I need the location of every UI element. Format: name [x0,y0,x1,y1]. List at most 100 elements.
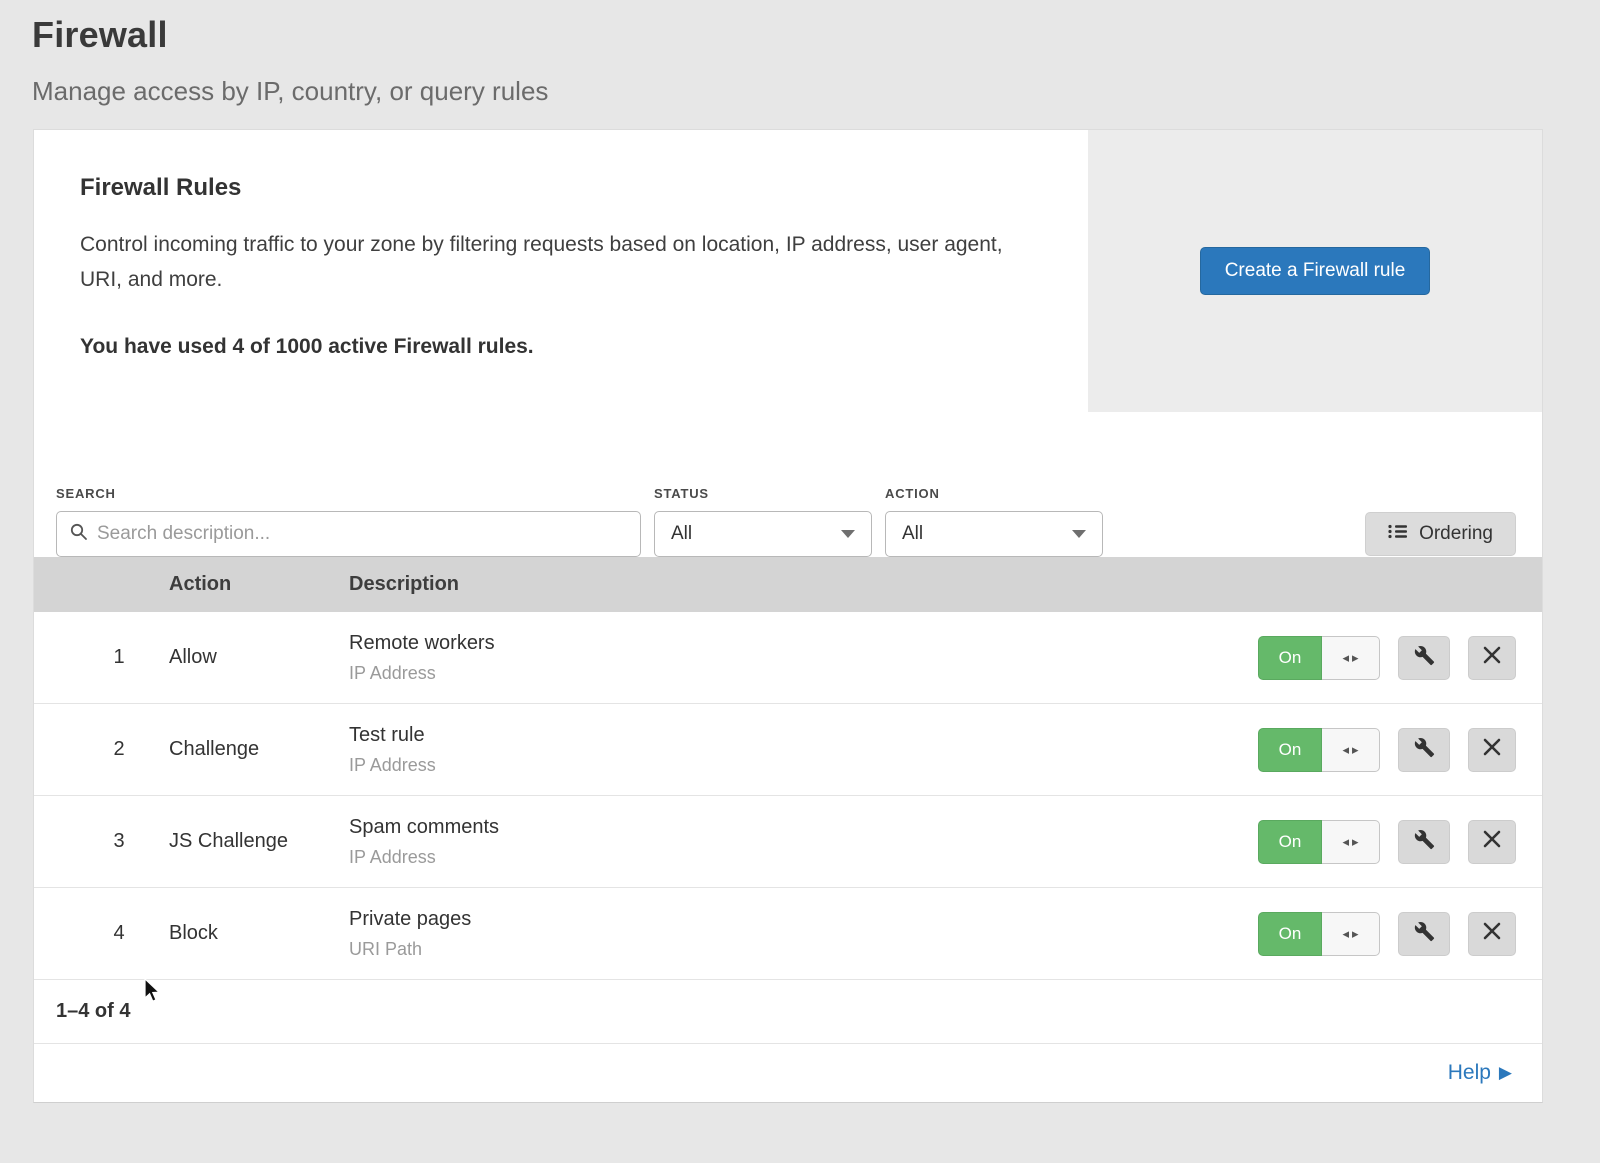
pagination-text: 1–4 of 4 [56,1000,130,1023]
arrow-right-icon: ▸ [1352,834,1359,850]
table-row: 1 Allow Remote workers IP Address On ◂▸ [34,612,1542,704]
help-row: Help ▶ [34,1044,1542,1102]
rule-enabled-toggle[interactable]: On ◂▸ [1258,820,1380,864]
action-select[interactable]: All [885,511,1103,557]
ordering-list-icon [1388,523,1407,545]
wrench-icon [1414,921,1435,947]
intro-action-panel: Create a Firewall rule [1088,130,1542,412]
column-header-action: Action [169,573,329,596]
ordering-button[interactable]: Ordering [1365,512,1516,556]
rule-controls: On ◂▸ [1258,912,1516,956]
search-input[interactable] [97,523,628,545]
rule-controls: On ◂▸ [1258,728,1516,772]
rule-description: Spam comments [349,816,1238,839]
pagination-row: 1–4 of 4 [34,980,1542,1044]
rule-controls: On ◂▸ [1258,820,1516,864]
arrow-right-icon: ▸ [1352,650,1359,666]
arrow-left-icon: ◂ [1342,650,1349,666]
arrow-right-icon: ▸ [1352,742,1359,758]
toggle-on-label[interactable]: On [1258,728,1322,772]
rule-description: Private pages [349,908,1238,931]
firewall-rules-card: Firewall Rules Control incoming traffic … [33,129,1543,1103]
arrow-left-icon: ◂ [1342,926,1349,942]
table-header: Action Description [34,557,1542,612]
chevron-down-icon [841,530,855,538]
intro-usage-count: You have used 4 of 1000 active Firewall … [80,335,1042,359]
search-box [56,511,641,557]
status-filter-group: STATUS All [654,486,872,557]
wrench-icon [1414,829,1435,855]
close-icon [1483,830,1501,853]
rule-field-type: IP Address [349,847,1238,868]
close-icon [1483,922,1501,945]
intro-description: Control incoming traffic to your zone by… [80,228,1040,297]
toggle-drag-handle[interactable]: ◂▸ [1322,728,1380,772]
rule-field-type: URI Path [349,939,1238,960]
rule-enabled-toggle[interactable]: On ◂▸ [1258,912,1380,956]
action-label: ACTION [885,486,1103,501]
filters-bar: SEARCH STATUS All ACTION All [34,412,1542,557]
toggle-drag-handle[interactable]: ◂▸ [1322,912,1380,956]
toggle-drag-handle[interactable]: ◂▸ [1322,820,1380,864]
table-row: 3 JS Challenge Spam comments IP Address … [34,796,1542,888]
status-select-value: All [671,523,692,545]
status-select[interactable]: All [654,511,872,557]
edit-rule-button[interactable] [1398,912,1450,956]
close-icon [1483,738,1501,761]
delete-rule-button[interactable] [1468,912,1516,956]
intro-heading: Firewall Rules [80,174,1042,202]
search-filter-group: SEARCH [56,486,641,557]
help-link[interactable]: Help ▶ [1448,1061,1512,1085]
toggle-on-label[interactable]: On [1258,820,1322,864]
edit-rule-button[interactable] [1398,820,1450,864]
rule-description-cell: Test rule IP Address [349,724,1238,776]
rule-field-type: IP Address [349,755,1238,776]
rule-number: 3 [89,830,149,853]
intro-section: Firewall Rules Control incoming traffic … [34,130,1542,412]
status-label: STATUS [654,486,872,501]
page-title: Firewall [32,14,1568,56]
edit-rule-button[interactable] [1398,728,1450,772]
rule-description: Remote workers [349,632,1238,655]
rule-action: JS Challenge [169,830,329,853]
page-subtitle: Manage access by IP, country, or query r… [32,76,1568,107]
action-select-value: All [902,523,923,545]
close-icon [1483,646,1501,669]
search-label: SEARCH [56,486,641,501]
arrow-left-icon: ◂ [1342,742,1349,758]
rule-description-cell: Private pages URI Path [349,908,1238,960]
table-row: 4 Block Private pages URI Path On ◂▸ [34,888,1542,980]
ordering-button-label: Ordering [1419,523,1493,545]
intro-text-block: Firewall Rules Control incoming traffic … [34,130,1088,412]
toggle-on-label[interactable]: On [1258,912,1322,956]
page-header: Firewall Manage access by IP, country, o… [0,0,1600,107]
arrow-right-icon: ▶ [1499,1063,1512,1083]
rule-description-cell: Spam comments IP Address [349,816,1238,868]
rule-description: Test rule [349,724,1238,747]
help-link-label: Help [1448,1061,1491,1085]
action-filter-group: ACTION All [885,486,1103,557]
rule-field-type: IP Address [349,663,1238,684]
rule-enabled-toggle[interactable]: On ◂▸ [1258,728,1380,772]
table-row: 2 Challenge Test rule IP Address On ◂▸ [34,704,1542,796]
arrow-right-icon: ▸ [1352,926,1359,942]
rule-action: Allow [169,646,329,669]
rule-number: 4 [89,922,149,945]
delete-rule-button[interactable] [1468,728,1516,772]
toggle-drag-handle[interactable]: ◂▸ [1322,636,1380,680]
delete-rule-button[interactable] [1468,820,1516,864]
wrench-icon [1414,737,1435,763]
rule-controls: On ◂▸ [1258,636,1516,680]
toggle-on-label[interactable]: On [1258,636,1322,680]
arrow-left-icon: ◂ [1342,834,1349,850]
edit-rule-button[interactable] [1398,636,1450,680]
wrench-icon [1414,645,1435,671]
rule-number: 2 [89,738,149,761]
create-firewall-rule-button[interactable]: Create a Firewall rule [1200,247,1431,295]
search-icon [69,522,89,547]
rule-action: Challenge [169,738,329,761]
delete-rule-button[interactable] [1468,636,1516,680]
rule-description-cell: Remote workers IP Address [349,632,1238,684]
rule-number: 1 [89,646,149,669]
rule-enabled-toggle[interactable]: On ◂▸ [1258,636,1380,680]
